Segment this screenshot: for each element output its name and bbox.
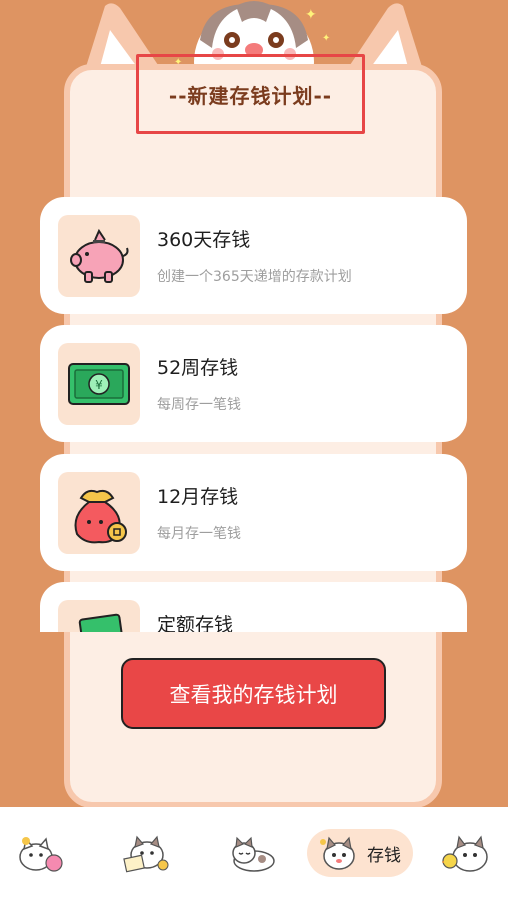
nav-item-save-money[interactable]: 存钱 (307, 829, 413, 877)
sparkle-icon: ✦ (305, 7, 317, 23)
plan-name: 360天存钱 (157, 229, 251, 251)
money-bag-icon (74, 489, 127, 544)
sparkle-icon: ✦ (322, 33, 331, 44)
plan-card-fixed-amount[interactable]: 定额存钱 (40, 582, 467, 632)
cat-chick-icon (442, 835, 488, 872)
nav-item-profile[interactable] (440, 829, 496, 877)
plan-name: 12月存钱 (157, 486, 239, 508)
nav-label: 存钱 (367, 845, 401, 866)
plan-thumbnail (58, 600, 140, 632)
page-title-frame: --新建存钱计划-- (136, 54, 365, 134)
plan-description: 创建一个365天递增的存款计划 (157, 269, 352, 285)
cat-yarn-icon (19, 837, 63, 872)
nav-item-home[interactable] (14, 829, 66, 877)
plan-card-52-weeks[interactable]: ¥ 52周存钱 每周存一笔钱 (40, 325, 467, 442)
bottom-nav: 存钱 (0, 807, 508, 897)
plan-card-12-months[interactable]: 12月存钱 每月存一笔钱 (40, 454, 467, 571)
plan-description: 每月存一笔钱 (157, 526, 241, 542)
nav-item-reading[interactable] (120, 829, 172, 877)
piggy-bank-icon (70, 228, 129, 283)
banknote-icon: ¥ (68, 363, 130, 405)
cat-coins-icon (320, 836, 355, 870)
plan-description: 每周存一笔钱 (157, 397, 241, 413)
nav-item-rest[interactable] (226, 829, 278, 877)
plan-list[interactable]: 360天存钱 创建一个365天递增的存款计划 ¥ 52周存钱 每周存一笔钱 12… (0, 195, 508, 632)
cat-reading-icon (123, 835, 169, 873)
cat-lying-icon (232, 836, 275, 872)
page-title: --新建存钱计划-- (168, 83, 333, 108)
plan-card-360-days[interactable]: 360天存钱 创建一个365天递增的存款计划 (40, 197, 467, 314)
view-my-plans-button[interactable]: 查看我的存钱计划 (121, 658, 386, 729)
cash-stack-icon (78, 613, 124, 632)
plan-thumbnail (58, 215, 140, 297)
plan-thumbnail (58, 472, 140, 554)
plan-name: 定额存钱 (157, 614, 234, 632)
plan-name: 52周存钱 (157, 357, 239, 379)
plan-thumbnail: ¥ (58, 343, 140, 425)
svg-text:¥: ¥ (95, 378, 103, 392)
